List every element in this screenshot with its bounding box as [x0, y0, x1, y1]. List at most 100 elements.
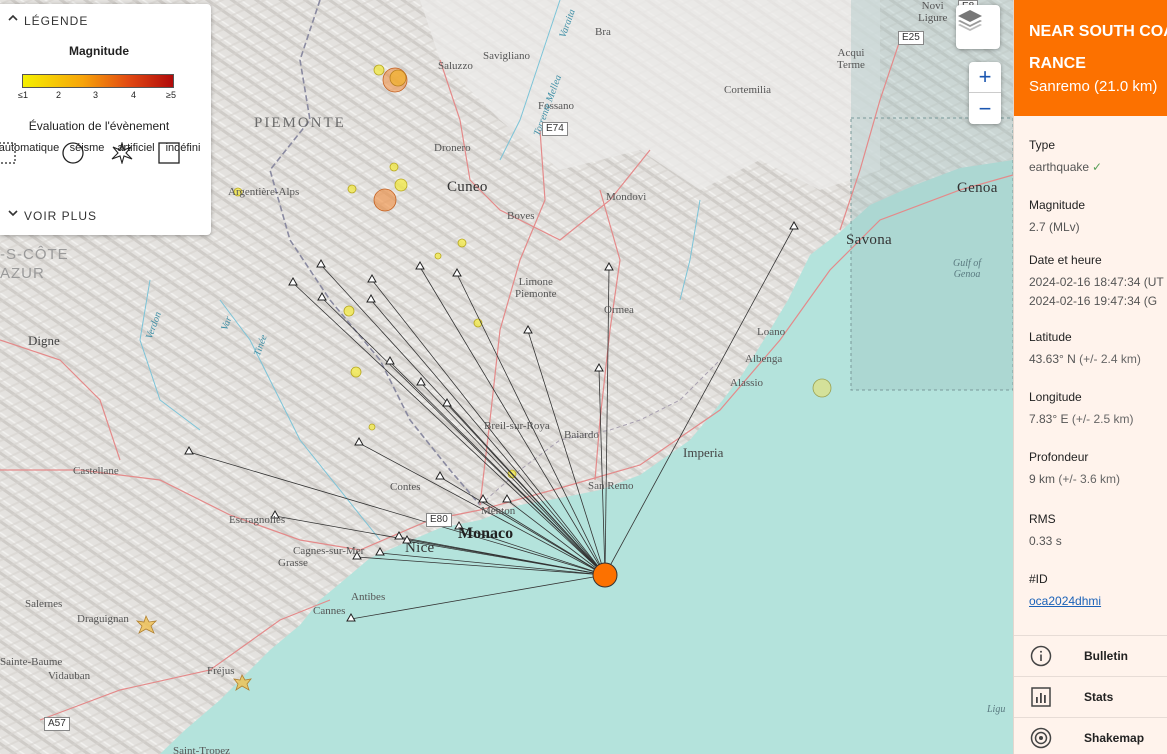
- layers-icon: [958, 10, 982, 31]
- place-label: Salernes: [25, 598, 63, 610]
- place-label: Fréjus: [207, 665, 235, 677]
- field-value: 9 km: [1029, 472, 1056, 486]
- field-label: Profondeur: [1029, 450, 1089, 464]
- field-id: #ID oca2024dhmi: [1029, 572, 1167, 611]
- field-value: 43.63° N: [1029, 352, 1076, 366]
- bulletin-button[interactable]: Bulletin: [1014, 635, 1167, 676]
- place-label: Castellane: [73, 465, 119, 477]
- nearest-city: Sanremo (21.0 km): [1029, 78, 1158, 95]
- title-line-1: NEAR SOUTH COA: [1029, 23, 1167, 40]
- place-label: Gulf of Genoa: [953, 258, 982, 280]
- place-label: Boves: [507, 210, 535, 222]
- legend-type-automatic: automatique: [0, 142, 64, 164]
- title-line-2: RANCE: [1029, 55, 1086, 72]
- place-label: Savigliano: [483, 50, 531, 62]
- event-detail-panel: NEAR SOUTH COA RANCE Sanremo (21.0 km) T…: [1013, 0, 1167, 754]
- place-label: Novi Ligure: [918, 0, 948, 24]
- target-icon: [1030, 727, 1052, 749]
- zoom-control: + −: [969, 62, 1001, 124]
- field-label: Type: [1029, 138, 1056, 152]
- star-burst-icon: [111, 142, 133, 164]
- place-label: Loano: [757, 326, 786, 338]
- place-label: Alassio: [730, 377, 763, 389]
- road-shield: E80: [426, 513, 452, 527]
- place-label: Digne: [28, 333, 60, 348]
- place-label: Baiardo: [564, 429, 599, 441]
- legend-type-earthquake: séisme: [62, 142, 112, 164]
- magnitude-color-scale: [22, 74, 174, 88]
- place-label: Limone Piemonte: [515, 276, 557, 300]
- stats-button[interactable]: Stats: [1014, 676, 1167, 717]
- evaluation-title: Évaluation de l'évènement: [28, 119, 170, 133]
- legend-type-artificial: artificiel: [111, 142, 161, 164]
- place-label: Vidauban: [48, 670, 91, 682]
- place-label: Menton: [481, 505, 516, 517]
- field-magnitude: Magnitude 2.7 (MLv): [1029, 198, 1167, 237]
- place-label: Cuneo: [447, 179, 488, 195]
- road-shield: E25: [898, 31, 924, 45]
- place-label: Argentière-Alps: [228, 186, 300, 198]
- place-label: Cannes: [313, 605, 346, 617]
- shakemap-button[interactable]: Shakemap: [1014, 717, 1167, 754]
- place-label: Nice: [405, 540, 435, 556]
- field-depth: Profondeur 9 km (+/- 3.6 km): [1029, 450, 1167, 489]
- field-label: Date et heure: [1029, 253, 1102, 267]
- epicenter-marker[interactable]: [592, 562, 618, 588]
- map-view[interactable]: Saluzzo Savigliano Bra Fossano PIEMONTE Drone…: [0, 0, 1013, 754]
- button-label: Stats: [1084, 690, 1114, 704]
- field-latitude: Latitude 43.63° N (+/- 2.4 km): [1029, 330, 1167, 369]
- bar-chart-icon: [1031, 687, 1051, 707]
- place-label: Ligu: [987, 704, 1006, 715]
- place-label: Sainte-Baume: [0, 656, 63, 668]
- legend-toggle[interactable]: LÉGENDE: [8, 14, 88, 28]
- place-label: Grasse: [278, 557, 308, 569]
- place-label: Ormea: [604, 304, 634, 316]
- tick-label: ≤1: [18, 90, 28, 100]
- place-label: San Remo: [588, 480, 634, 492]
- place-label: Imperia: [683, 445, 724, 460]
- tick-label: 2: [56, 90, 62, 100]
- place-label: Saluzzo: [438, 60, 473, 72]
- field-value: 0.33 s: [1029, 534, 1062, 548]
- field-label: RMS: [1029, 512, 1056, 526]
- tick-label: 4: [131, 90, 137, 100]
- place-label: Savona: [846, 232, 892, 248]
- place-label: Albenga: [745, 353, 783, 365]
- event-id-link[interactable]: oca2024dhmi: [1029, 594, 1101, 608]
- field-longitude: Longitude 7.83° E (+/- 2.5 km): [1029, 390, 1167, 429]
- place-label: Cagnes-sur-Mer: [293, 545, 365, 557]
- place-label: Monaco: [458, 525, 514, 542]
- magnitude-title: Magnitude: [69, 44, 129, 58]
- zoom-in-button[interactable]: +: [969, 62, 1001, 93]
- layers-button[interactable]: [956, 5, 1000, 49]
- uncertainty: (+/- 3.6 km): [1058, 472, 1121, 486]
- square-icon: [158, 142, 180, 164]
- info-icon: [1030, 645, 1052, 667]
- zoom-out-button[interactable]: −: [969, 93, 1001, 124]
- place-label: Cortemilia: [724, 84, 772, 96]
- field-value: earthquake: [1029, 160, 1090, 174]
- see-more-toggle[interactable]: VOIR PLUS: [8, 209, 97, 223]
- place-label: Bra: [595, 26, 611, 38]
- road-shield: E74: [542, 122, 568, 136]
- date-utc: 2024-02-16 18:47:34 (UT: [1029, 275, 1164, 289]
- field-label: #ID: [1029, 572, 1048, 586]
- check-icon: ✓: [1092, 160, 1103, 174]
- place-label: AZUR: [0, 265, 45, 282]
- field-label: Magnitude: [1029, 198, 1086, 212]
- legend-type-undefined: indéfini: [158, 142, 208, 164]
- field-value: 7.83° E: [1029, 412, 1069, 426]
- field-date: Date et heure 2024-02-16 18:47:34 (UT 20…: [1029, 253, 1167, 311]
- button-label: Shakemap: [1084, 731, 1145, 745]
- uncertainty: (+/- 2.5 km): [1071, 412, 1134, 426]
- legend-panel: LÉGENDE Magnitude ≤1 2 3 4 ≥5 Évaluation…: [0, 4, 211, 235]
- circle-icon: [62, 142, 84, 164]
- road-shield: A57: [44, 717, 70, 731]
- field-type: Type earthquake ✓: [1029, 138, 1167, 177]
- place-label: Mondovì: [606, 191, 647, 203]
- field-label: Latitude: [1029, 330, 1072, 344]
- place-label: Antibes: [351, 591, 386, 603]
- place-label: Breil-sur-Roya: [484, 420, 550, 432]
- place-label: Genoa: [957, 180, 998, 196]
- place-label: Acqui Terme: [837, 47, 865, 71]
